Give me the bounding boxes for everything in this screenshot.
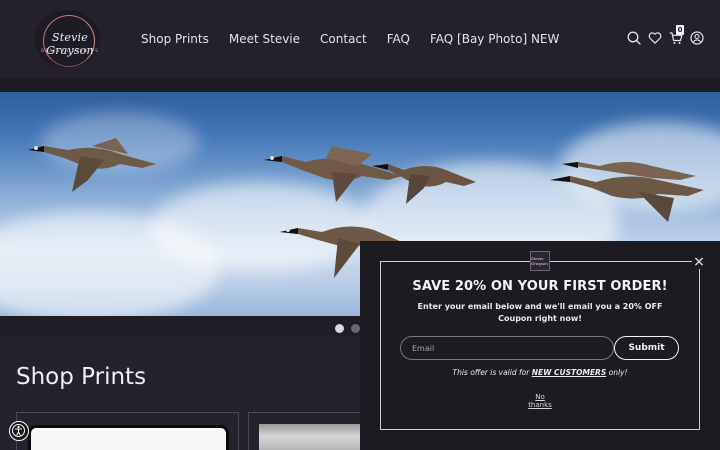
slide-dot-1[interactable] <box>335 324 344 333</box>
account-icon[interactable] <box>690 31 704 45</box>
heart-icon[interactable] <box>648 31 662 45</box>
nav-meet-stevie[interactable]: Meet Stevie <box>229 32 300 48</box>
product-card[interactable] <box>16 412 239 450</box>
goose-3 <box>372 164 476 204</box>
site-logo[interactable]: Stevie Grayson GRAYSON STUDIOS <box>34 10 100 68</box>
header-icons: 0 <box>627 25 704 45</box>
popup-logo-text: Stevie Grayson <box>531 256 548 266</box>
accessibility-icon <box>12 424 25 437</box>
no-thanks-line-2: thanks <box>528 401 552 409</box>
logo-script-text: Stevie Grayson <box>46 31 94 57</box>
section-title: Shop Prints <box>16 364 147 390</box>
close-icon[interactable]: × <box>692 255 706 269</box>
nav-faq-bay-photo[interactable]: FAQ [Bay Photo] NEW <box>430 32 559 48</box>
header-divider <box>0 78 720 92</box>
cart-icon[interactable]: 0 <box>669 25 684 45</box>
submit-button[interactable]: Submit <box>614 336 679 360</box>
email-field[interactable] <box>400 336 614 360</box>
cart-count-badge: 0 <box>676 25 684 35</box>
nav-shop-prints[interactable]: Shop Prints <box>141 32 209 48</box>
product-thumbnail <box>28 425 229 450</box>
logo-subtitle: GRAYSON STUDIOS <box>41 48 99 53</box>
slide-dot-2[interactable] <box>351 324 360 333</box>
offer-note-prefix: This offer is valid for <box>452 368 532 377</box>
offer-note-suffix: only! <box>606 368 628 377</box>
offer-note-highlight: NEW CUSTOMERS <box>531 368 607 377</box>
offer-note: This offer is valid for NEW CUSTOMERS on… <box>360 368 720 377</box>
popup-logo: Stevie Grayson <box>530 251 550 271</box>
goose-4 <box>550 162 704 222</box>
popup-title: SAVE 20% ON YOUR FIRST ORDER! <box>412 279 668 294</box>
search-icon[interactable] <box>627 31 641 45</box>
product-card[interactable] <box>248 412 378 450</box>
discount-popup: Stevie Grayson × SAVE 20% ON YOUR FIRST … <box>360 241 720 450</box>
accessibility-button[interactable] <box>9 421 29 441</box>
popup-subtitle: Enter your email below and we'll email y… <box>417 302 663 323</box>
no-thanks-link[interactable]: No thanks <box>520 393 560 409</box>
main-nav: Shop Prints Meet Stevie Contact FAQ FAQ … <box>141 32 579 48</box>
site-header: Stevie Grayson GRAYSON STUDIOS Shop Prin… <box>0 0 720 78</box>
goose-1 <box>28 138 156 192</box>
no-thanks-line-1: No <box>535 393 545 401</box>
nav-contact[interactable]: Contact <box>320 32 367 48</box>
nav-faq[interactable]: FAQ <box>387 32 410 48</box>
